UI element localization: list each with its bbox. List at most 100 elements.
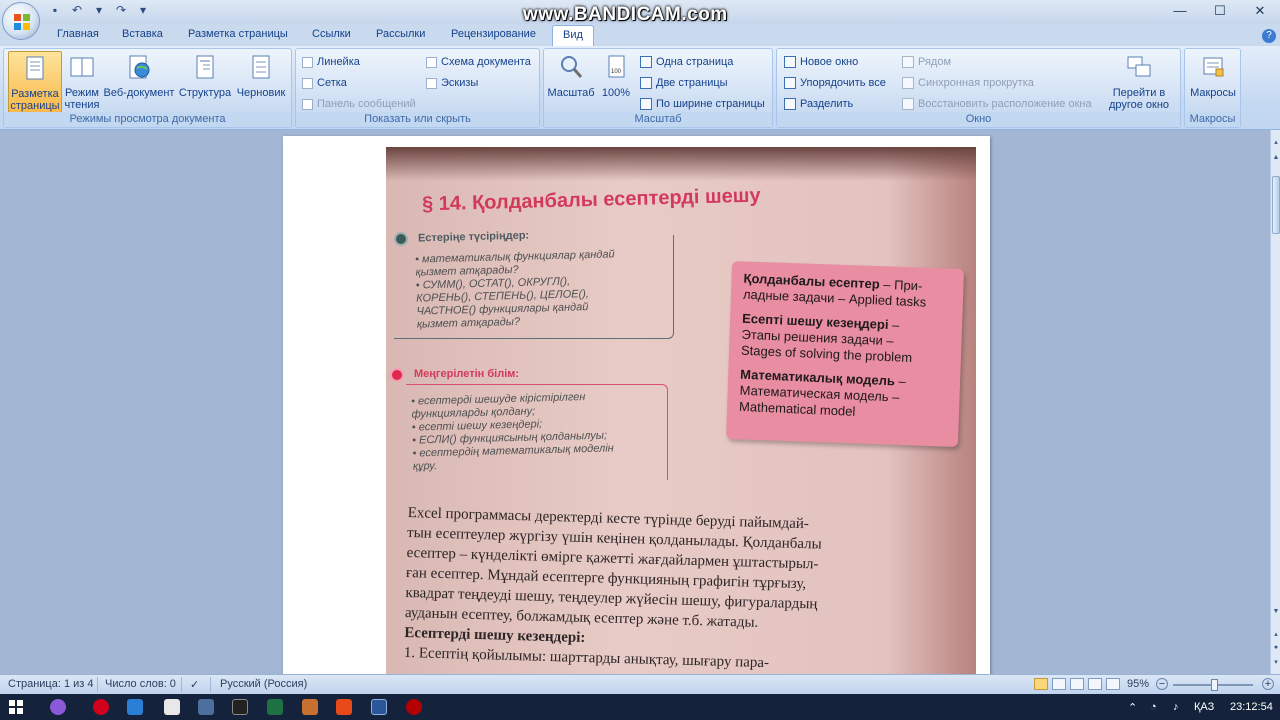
page-counter[interactable]: Страница: 1 из 4	[8, 678, 94, 690]
excel-icon[interactable]	[267, 699, 283, 715]
bandicam-icon[interactable]	[406, 699, 422, 715]
ruler-checkbox[interactable]: Линейка	[302, 56, 360, 68]
keyboard-language[interactable]: ҚАЗ	[1194, 701, 1214, 713]
tab-references[interactable]: Ссылки	[312, 28, 351, 40]
checkbox-icon	[302, 77, 313, 89]
recall-list: • математикалық функциялар қандай қызмет…	[415, 248, 615, 331]
reading-mode-button[interactable]: Режим чтения	[63, 51, 101, 113]
macros-button[interactable]: Макросы	[1188, 51, 1238, 113]
side-by-side-button[interactable]: Рядом	[902, 56, 951, 68]
word-icon[interactable]	[371, 699, 387, 715]
tab-insert[interactable]: Вставка	[122, 28, 163, 40]
sync-scroll-button[interactable]: Синхронная прокрутка	[902, 77, 1034, 89]
reset-position-icon	[902, 98, 914, 110]
scroll-thumb[interactable]	[1272, 176, 1280, 234]
windows-start-icon[interactable]	[9, 700, 23, 714]
one-page-icon	[640, 56, 652, 68]
network-icon[interactable]: ◔	[1150, 701, 1157, 713]
previous-page-icon[interactable]: ▴	[1272, 630, 1280, 640]
web-layout-button[interactable]: Веб-документ	[102, 51, 176, 113]
undo-icon[interactable]: ↶	[70, 3, 84, 17]
full-screen-reading-icon[interactable]	[1052, 678, 1066, 690]
new-window-button[interactable]: Новое окно	[784, 56, 858, 68]
maximize-button[interactable]: ☐	[1200, 0, 1240, 22]
save-icon[interactable]: ▪	[48, 3, 62, 17]
tab-page-layout[interactable]: Разметка страницы	[188, 28, 288, 40]
close-button[interactable]: ✕	[1240, 0, 1280, 22]
minimize-button[interactable]: —	[1160, 0, 1200, 22]
winrar-icon[interactable]	[336, 699, 352, 715]
cortana-icon[interactable]	[50, 699, 66, 715]
print-layout-view-icon[interactable]	[1034, 678, 1048, 690]
divider	[181, 677, 182, 692]
calculator-icon[interactable]	[198, 699, 214, 715]
next-page-icon[interactable]: ▾	[1272, 658, 1280, 668]
group-label: Масштаб	[544, 112, 772, 127]
two-pages-button[interactable]: Две страницы	[640, 77, 728, 89]
opera-icon[interactable]	[93, 699, 109, 715]
tab-view[interactable]: Вид	[552, 25, 594, 47]
document-area: § 14. Қолданбалы есептерді шешу Естеріңе…	[0, 130, 1270, 674]
divider	[97, 677, 98, 692]
split-button[interactable]: Разделить	[784, 98, 853, 110]
zoom-slider-knob[interactable]	[1211, 679, 1218, 691]
group-label: Режимы просмотра документа	[4, 112, 291, 127]
draft-view-icon[interactable]	[1106, 678, 1120, 690]
unity-icon[interactable]	[232, 699, 248, 715]
body-paragraph: Excel программасы деректерді кесте түрін…	[403, 504, 822, 672]
reset-window-position-button[interactable]: Восстановить расположение окна	[902, 98, 1092, 110]
web-layout-view-icon[interactable]	[1070, 678, 1084, 690]
new-window-icon	[784, 56, 796, 68]
store-icon[interactable]	[164, 699, 180, 715]
show-hide-group: Линейка Сетка Панель сообщений Схема док…	[295, 48, 540, 128]
tab-review[interactable]: Рецензирование	[451, 28, 536, 40]
taskbar: ⌃ ◔ ♪ ҚАЗ 23:12:54	[0, 694, 1280, 720]
switch-windows-button[interactable]: Перейти в другое окно	[1101, 51, 1177, 113]
tray-chevron-icon[interactable]: ⌃	[1128, 701, 1137, 714]
zoom-button[interactable]: Масштаб	[547, 51, 595, 113]
page-width-button[interactable]: По ширине страницы	[640, 98, 765, 110]
print-layout-button[interactable]: Разметка страницы	[8, 51, 62, 113]
vertical-scrollbar[interactable]: ▴ ▲ ▼ ▴ ● ▾	[1270, 130, 1280, 674]
document-map-checkbox[interactable]: Схема документа	[426, 56, 531, 68]
word-count[interactable]: Число слов: 0	[105, 678, 176, 690]
app-icon[interactable]	[302, 699, 318, 715]
section-heading: § 14. Қолданбалы есептерді шешу	[421, 184, 761, 216]
customize-qat-icon[interactable]: ▾	[136, 3, 150, 17]
document-page[interactable]: § 14. Қолданбалы есептерді шешу Естеріңе…	[283, 136, 990, 674]
split-icon	[784, 98, 796, 110]
redo-icon[interactable]: ↷	[114, 3, 128, 17]
language-indicator[interactable]: Русский (Россия)	[220, 678, 307, 690]
outline-button[interactable]: Структура	[178, 51, 232, 113]
draft-button[interactable]: Черновик	[234, 51, 288, 113]
zoom-out-icon[interactable]: −	[1156, 678, 1168, 690]
outline-view-icon[interactable]	[1088, 678, 1102, 690]
clock[interactable]: 23:12:54	[1230, 701, 1273, 713]
zoom-group: Масштаб 100 100% Одна страница Две стран…	[543, 48, 773, 128]
glossary-box: Қолданбалы есептер – При- ладные задачи …	[725, 261, 965, 447]
zoom-level[interactable]: 95%	[1127, 678, 1149, 690]
help-icon[interactable]: ?	[1262, 29, 1276, 43]
edge-icon[interactable]	[127, 699, 143, 715]
scroll-down-icon[interactable]: ▼	[1272, 608, 1280, 618]
one-page-button[interactable]: Одна страница	[640, 56, 733, 68]
zoom-in-icon[interactable]: +	[1262, 678, 1274, 690]
grid-checkbox[interactable]: Сетка	[302, 77, 347, 89]
zoom-100-button[interactable]: 100 100%	[599, 51, 633, 113]
group-label: Показать или скрыть	[296, 112, 539, 127]
scroll-up-icon[interactable]: ▲	[1272, 154, 1280, 164]
office-button[interactable]	[2, 2, 40, 40]
side-by-side-icon	[902, 56, 914, 68]
spellcheck-icon[interactable]: ✓	[190, 678, 199, 691]
tab-home[interactable]: Главная	[57, 28, 99, 40]
ruler-toggle-icon[interactable]: ▴	[1272, 138, 1280, 148]
message-bar-checkbox[interactable]: Панель сообщений	[302, 98, 416, 110]
tab-mailings[interactable]: Рассылки	[376, 28, 425, 40]
dropdown-icon[interactable]: ▾	[92, 3, 106, 17]
window-controls: — ☐ ✕	[1160, 0, 1280, 22]
volume-icon[interactable]: ♪	[1173, 701, 1179, 713]
thumbnails-checkbox[interactable]: Эскизы	[426, 77, 478, 89]
browse-object-icon[interactable]: ●	[1272, 644, 1280, 654]
arrange-all-button[interactable]: Упорядочить все	[784, 77, 886, 89]
quick-access-toolbar: ▪ ↶ ▾ ↷ ▾	[48, 3, 150, 17]
